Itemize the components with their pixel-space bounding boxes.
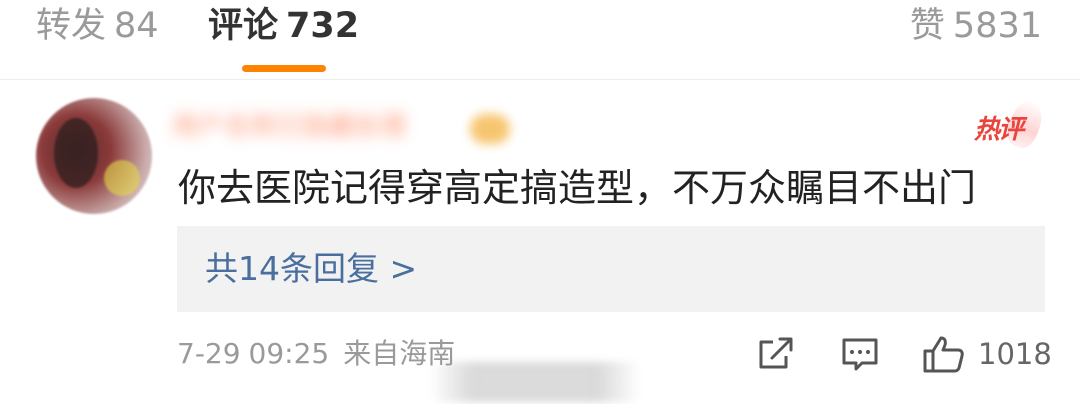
- tab-repost-count: 84: [114, 6, 159, 46]
- like-button[interactable]: 1018: [922, 334, 1052, 374]
- tab-repost-label: 转发: [36, 6, 107, 46]
- avatar-shape: [104, 160, 140, 196]
- vip-badge: [470, 114, 510, 144]
- tab-repost[interactable]: 转发 84: [36, 4, 159, 48]
- comment-screen: 转发 84 评论 732 赞 5831 用户名称已隐藏处理 热评 你去医院记得穿高定搞…: [0, 0, 1080, 404]
- share-icon: [759, 337, 793, 369]
- tab-like-label: 赞: [909, 6, 945, 46]
- tab-comment-label: 评论: [208, 6, 279, 46]
- hot-comment-label: 热评: [974, 115, 1024, 145]
- watermark: [430, 362, 640, 402]
- thumbs-up-icon: [923, 336, 964, 373]
- comment-meta: 7-29 09:25 来自海南: [177, 336, 455, 372]
- replies-panel[interactable]: 共14条回复 >: [177, 226, 1045, 312]
- avatar-shape: [54, 118, 98, 188]
- comment-date: 7-29: [177, 337, 241, 370]
- tab-like-count: 5831: [952, 6, 1042, 46]
- comment-text: 你去医院记得穿高定搞造型，不万众瞩目不出门: [178, 166, 977, 210]
- like-count: 1018: [978, 337, 1052, 371]
- tab-comment-count: 732: [286, 6, 360, 46]
- share-button[interactable]: [756, 334, 796, 374]
- tab-like[interactable]: 赞 5831: [910, 4, 1042, 48]
- active-tab-indicator: [242, 65, 326, 72]
- comment-time: 09:25: [248, 337, 330, 370]
- username[interactable]: 用户名称已隐藏处理: [172, 110, 462, 144]
- view-replies-link[interactable]: 共14条回复 >: [205, 246, 417, 292]
- tab-bar: 转发 84 评论 732 赞 5831: [0, 0, 1080, 80]
- comment-icon: [842, 338, 878, 371]
- tab-comment[interactable]: 评论 732: [208, 4, 359, 48]
- reply-button[interactable]: [840, 334, 880, 374]
- hot-comment-badge: 热评: [974, 96, 1048, 152]
- tab-divider: [0, 79, 1080, 80]
- avatar[interactable]: [36, 98, 152, 214]
